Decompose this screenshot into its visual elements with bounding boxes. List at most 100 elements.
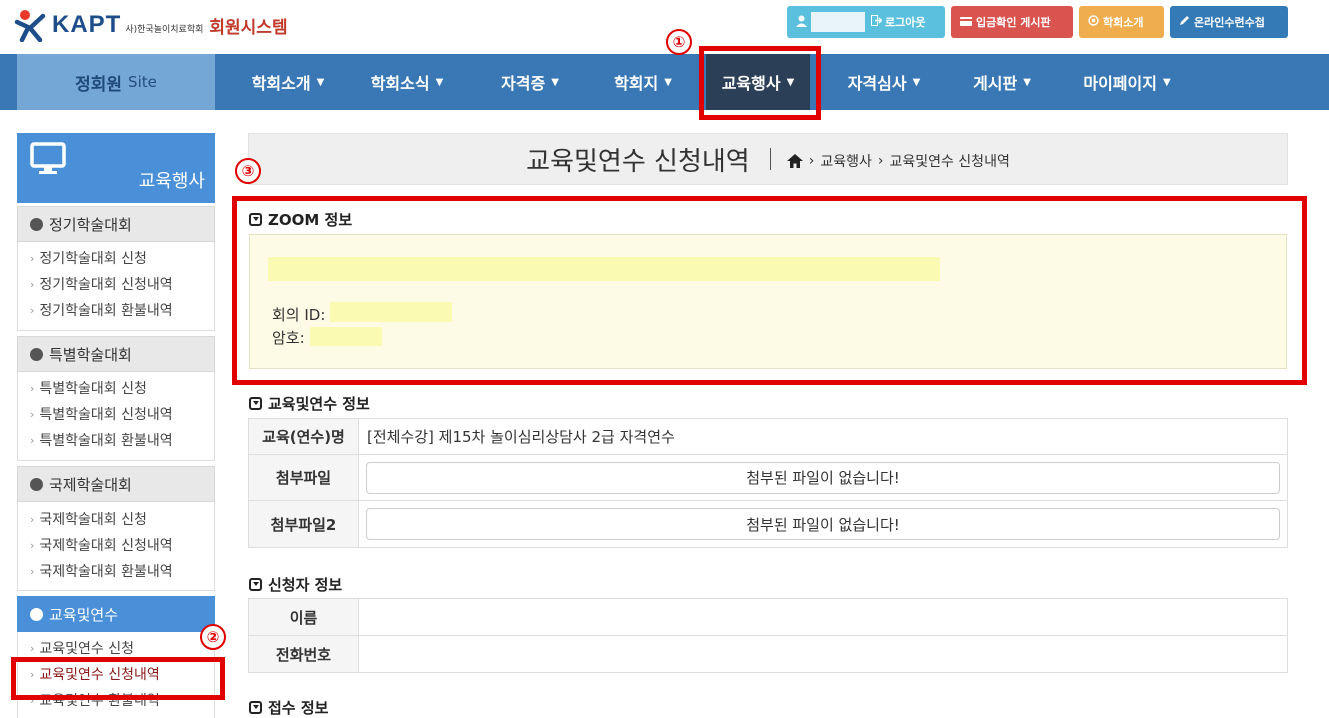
applicant-heading-text: 신청자 정보	[268, 576, 343, 594]
caret-down-icon: ▼	[551, 76, 559, 88]
password-redacted	[310, 327, 382, 346]
about-button[interactable]: 학회소개	[1079, 6, 1164, 38]
globe-icon	[30, 607, 43, 621]
nav-item-label: 자격증	[501, 74, 546, 93]
caret-down-icon: ▼	[1023, 76, 1031, 88]
applicant-section-heading: 신청자 정보	[249, 574, 342, 595]
sidebar-header: 교육행사	[17, 133, 215, 203]
nav-item-board[interactable]: 게시판 ▼	[952, 54, 1052, 110]
top-button-group: 로그아웃 입금확인 게시판 학회소개 온라인수련수첩	[787, 6, 1288, 38]
online-cert-label: 온라인수련수첩	[1194, 16, 1265, 29]
collapse-square-icon	[249, 578, 262, 591]
breadcrumb-separator: ›	[877, 153, 884, 169]
file2-label: 첨부파일2	[248, 500, 359, 548]
sidebar-item[interactable]: 특별학술대회 신청내역	[18, 401, 214, 427]
collapse-square-icon	[249, 701, 262, 714]
nav-item-label: 마이페이지	[1083, 74, 1157, 93]
nav-item-education[interactable]: 교육행사 ▼	[706, 54, 810, 110]
page-title-bar: 교육및연수 신청내역 › 교육행사 › 교육및연수 신청내역	[248, 133, 1288, 185]
nav-item-mypage[interactable]: 마이페이지 ▼	[1064, 54, 1190, 110]
page-title: 교육및연수 신청내역	[526, 146, 750, 177]
payment-board-label: 입금확인 게시판	[976, 16, 1051, 29]
table-row: 교육(연수)명 [전체수강] 제15차 놀이심리상담사 2급 자격연수	[248, 418, 1288, 455]
online-cert-button[interactable]: 온라인수련수첩	[1170, 6, 1288, 38]
logout-icon	[871, 15, 883, 29]
applicant-name-value	[358, 598, 1288, 636]
file1-button[interactable]: 첨부된 파일이 없습니다!	[366, 461, 1280, 494]
target-icon	[1088, 15, 1099, 29]
sidebar-section-special[interactable]: 특별학술대회	[17, 336, 215, 372]
caret-down-icon: ▼	[316, 76, 325, 88]
nav-item-certificate[interactable]: 자격증 ▼	[472, 54, 588, 110]
payment-board-button[interactable]: 입금확인 게시판	[951, 6, 1073, 38]
sidebar-item[interactable]: 정기학술대회 환불내역	[18, 297, 214, 323]
about-label: 학회소개	[1103, 16, 1144, 29]
nav-item-qualification[interactable]: 자격심사 ▼	[826, 54, 942, 110]
zoom-info-box: 회의 ID: 암호:	[249, 234, 1287, 369]
file2-button[interactable]: 첨부된 파일이 없습니다!	[366, 508, 1280, 540]
caret-down-icon: ▼	[664, 76, 672, 88]
breadcrumb-item[interactable]: 교육및연수 신청내역	[889, 151, 1009, 171]
applicant-name-label: 이름	[248, 598, 359, 636]
password-label: 암호:	[272, 329, 305, 347]
table-row: 첨부파일 첨부된 파일이 없습니다!	[248, 454, 1288, 501]
receipt-section-heading: 접수 정보	[249, 697, 328, 718]
applicant-phone-value	[358, 635, 1288, 673]
nav-item-label: 학회소식	[370, 74, 430, 93]
sidebar-section-label: 국제학술대회	[49, 475, 132, 494]
sidebar-title: 교육행사	[138, 171, 205, 192]
sidebar-item[interactable]: 국제학술대회 신청	[18, 506, 214, 532]
caret-down-icon: ▼	[786, 76, 795, 88]
table-row: 이름	[248, 598, 1288, 636]
sidebar-section-label: 정기학술대회	[49, 215, 132, 234]
sidebar-section-international[interactable]: 국제학술대회	[17, 466, 215, 502]
sidebar-item[interactable]: 특별학술대회 신청	[18, 375, 214, 401]
caret-down-icon: ▼	[912, 76, 921, 88]
edu-heading-text: 교육및연수 정보	[268, 395, 370, 413]
site-logo[interactable]: KAPT 사)한국놀이치료학회 회원시스템	[14, 8, 288, 43]
applicant-info-table: 이름 전화번호	[248, 598, 1288, 673]
breadcrumb: › 교육행사 › 교육및연수 신청내역	[786, 151, 1010, 171]
sidebar-section-regular[interactable]: 정기학술대회	[17, 206, 215, 242]
applicant-phone-label: 전화번호	[248, 635, 359, 673]
sidebar-item[interactable]: 국제학술대회 환불내역	[18, 558, 214, 584]
nav-site-suffix: Site	[128, 73, 157, 91]
sidebar-item-current[interactable]: 교육및연수 신청내역	[18, 661, 214, 687]
home-icon[interactable]	[786, 154, 803, 168]
sidebar-item[interactable]: 교육및연수 신청	[18, 635, 214, 661]
sidebar-item[interactable]: 정기학술대회 신청	[18, 245, 214, 271]
collapse-square-icon	[249, 213, 262, 226]
meeting-id-redacted	[330, 302, 452, 322]
sidebar-item[interactable]: 국제학술대회 신청내역	[18, 532, 214, 558]
zoom-password: 암호:	[272, 327, 305, 348]
sidebar-item[interactable]: 교육및연수 환불내역	[18, 687, 214, 713]
sidebar-list-regular: 정기학술대회 신청 정기학술대회 신청내역 정기학술대회 환불내역	[17, 242, 215, 331]
sidebar-list-special: 특별학술대회 신청 특별학술대회 신청내역 특별학술대회 환불내역	[17, 372, 215, 461]
edu-info-table: 교육(연수)명 [전체수강] 제15차 놀이심리상담사 2급 자격연수 첨부파일…	[248, 418, 1288, 548]
sidebar-item[interactable]: 정기학술대회 신청내역	[18, 271, 214, 297]
nav-item-label: 교육행사	[721, 74, 781, 93]
sidebar-item[interactable]: 특별학술대회 환불내역	[18, 427, 214, 453]
breadcrumb-item[interactable]: 교육행사	[820, 151, 872, 171]
logo-figure-icon	[14, 8, 48, 43]
zoom-section-heading: ZOOM 정보	[249, 209, 352, 230]
nav-site-label[interactable]: 정회원 Site	[17, 54, 215, 110]
zoom-heading-text: ZOOM 정보	[268, 211, 353, 229]
page-root: KAPT 사)한국놀이치료학회 회원시스템 로그아웃 입금확인 게시판 학회소개	[0, 0, 1329, 718]
nav-item-about[interactable]: 학회소개 ▼	[232, 54, 344, 110]
monitor-icon	[29, 139, 69, 179]
annotation-number-2: ②	[200, 624, 226, 650]
globe-icon	[30, 477, 43, 491]
user-logout-button[interactable]: 로그아웃	[787, 6, 945, 38]
nav-item-journal[interactable]: 학회지 ▼	[590, 54, 696, 110]
sidebar-section-label: 교육및연수	[49, 605, 119, 624]
caret-down-icon: ▼	[1162, 76, 1171, 88]
sidebar-section-education[interactable]: 교육및연수	[17, 596, 215, 632]
user-icon	[796, 15, 807, 30]
sidebar-list-international: 국제학술대회 신청 국제학술대회 신청내역 국제학술대회 환불내역	[17, 502, 215, 591]
card-icon	[960, 16, 972, 29]
nav-item-label: 자격심사	[847, 74, 907, 93]
zoom-link-redacted	[268, 257, 940, 281]
nav-item-news[interactable]: 학회소식 ▼	[346, 54, 468, 110]
user-name-redacted	[811, 12, 865, 32]
